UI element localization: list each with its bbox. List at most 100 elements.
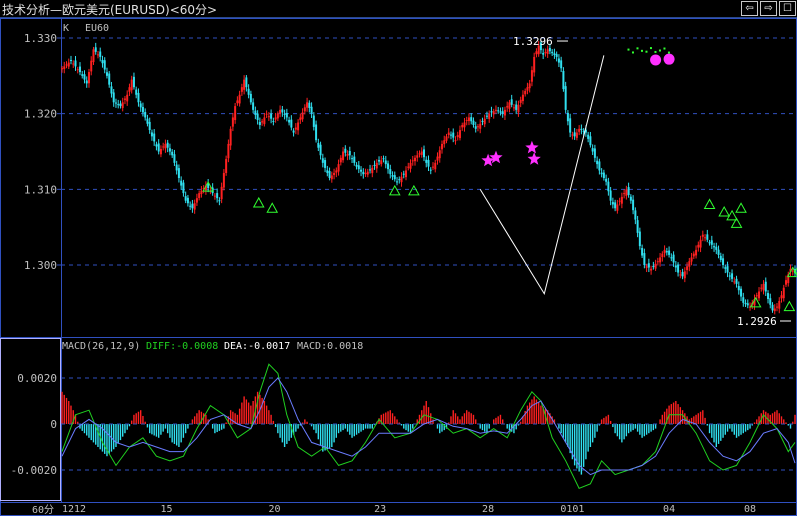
candle-body [346, 154, 349, 156]
candle-body [767, 293, 770, 300]
candle-body [508, 102, 511, 109]
candle-body [569, 118, 572, 133]
price-tick-label: 1.310 [24, 183, 57, 196]
candle-body [256, 113, 259, 120]
candle-body [186, 197, 189, 204]
candle-body [776, 306, 779, 308]
candle-body [420, 151, 423, 155]
macd-tick-label: 0 [50, 418, 57, 431]
candle-body [440, 143, 443, 150]
candle-body [760, 287, 763, 289]
candle-body [773, 308, 776, 312]
candle-body [213, 195, 216, 197]
candle-body [519, 99, 522, 103]
candle-body [74, 60, 77, 67]
date-tick-label: 08 [744, 504, 756, 515]
candle-body [101, 59, 104, 64]
candle-body [602, 172, 605, 178]
candle-body [162, 146, 165, 148]
candle-body [733, 281, 736, 283]
candle-body [297, 122, 300, 131]
candle-body [445, 136, 448, 141]
candle-body [360, 169, 363, 172]
candle-body [726, 266, 729, 273]
candle-body [638, 231, 641, 247]
candle-body [310, 106, 313, 114]
candle-body [769, 298, 772, 305]
candle-body [764, 281, 767, 292]
candle-body [627, 187, 630, 196]
price-tick-label: 1.330 [24, 32, 57, 45]
candle-body [150, 132, 153, 137]
candle-body [512, 107, 515, 109]
candle-body [506, 106, 509, 108]
candle-body [85, 80, 88, 84]
candle-body [319, 144, 322, 156]
triangle-marker [783, 300, 796, 312]
macd-dea-legend: DEA:-0.0017 [224, 341, 290, 352]
candle-body [670, 257, 673, 259]
low-annotation: 1.2926 [737, 315, 777, 328]
candle-body [229, 128, 232, 146]
signal-dot [649, 47, 652, 50]
candle-body [618, 200, 621, 202]
candle-body [177, 168, 180, 178]
candle-body [643, 253, 646, 265]
candle-body [780, 295, 783, 299]
candle-body [697, 244, 700, 248]
prev-button[interactable]: ⇦ [741, 1, 758, 16]
candle-body [87, 72, 90, 84]
candle-body [591, 148, 594, 152]
candle-body [139, 103, 142, 108]
candle-body [362, 171, 365, 175]
candle-body [634, 210, 637, 220]
candle-body [375, 162, 378, 169]
candle-body [99, 51, 102, 57]
candle-body [704, 237, 707, 239]
candle-body [67, 62, 70, 67]
price-tick-label: 1.300 [24, 259, 57, 272]
candle-body [243, 79, 246, 90]
candle-body [168, 148, 171, 152]
candle-body [216, 193, 219, 199]
candle-body [452, 132, 455, 138]
candle-body [625, 189, 628, 196]
candle-body [665, 251, 668, 253]
candle-body [479, 123, 482, 129]
candle-body [629, 196, 632, 201]
triangle-marker [388, 184, 401, 196]
next-button[interactable]: ⇨ [760, 1, 777, 16]
chart-canvas[interactable]: K EU60 MACD(26,12,9) DIFF:-0.0008 DEA:-0… [0, 18, 797, 516]
candle-body [292, 130, 295, 133]
candle-body [303, 107, 306, 112]
candle-body [481, 120, 484, 122]
candle-body [517, 104, 520, 113]
candle-body [465, 119, 468, 121]
signal-dot [654, 50, 657, 53]
candle-body [389, 169, 392, 175]
close-button[interactable]: ☐ [779, 1, 796, 16]
candle-body [526, 87, 529, 91]
candle-body [488, 113, 491, 119]
window-title: 技术分析—欧元美元(EURUSD)<60分> [2, 3, 218, 17]
candle-body [263, 117, 266, 125]
candle-body [380, 160, 383, 165]
candle-body [61, 68, 63, 70]
candle-body [688, 261, 691, 267]
candle-body [755, 295, 758, 297]
candle-body [83, 74, 86, 80]
candle-body [744, 302, 747, 305]
candle-body [692, 253, 695, 257]
candle-body [294, 127, 297, 130]
candle-body [490, 111, 493, 113]
candle-body [494, 109, 497, 111]
candle-body [351, 158, 354, 160]
candle-body [220, 186, 223, 200]
candle-body [90, 60, 93, 72]
candle-body [409, 162, 412, 169]
candle-body [69, 59, 72, 61]
date-tick-label: 04 [663, 504, 675, 515]
candle-body [600, 172, 603, 175]
candle-body [530, 70, 533, 82]
candle-body [234, 106, 237, 121]
